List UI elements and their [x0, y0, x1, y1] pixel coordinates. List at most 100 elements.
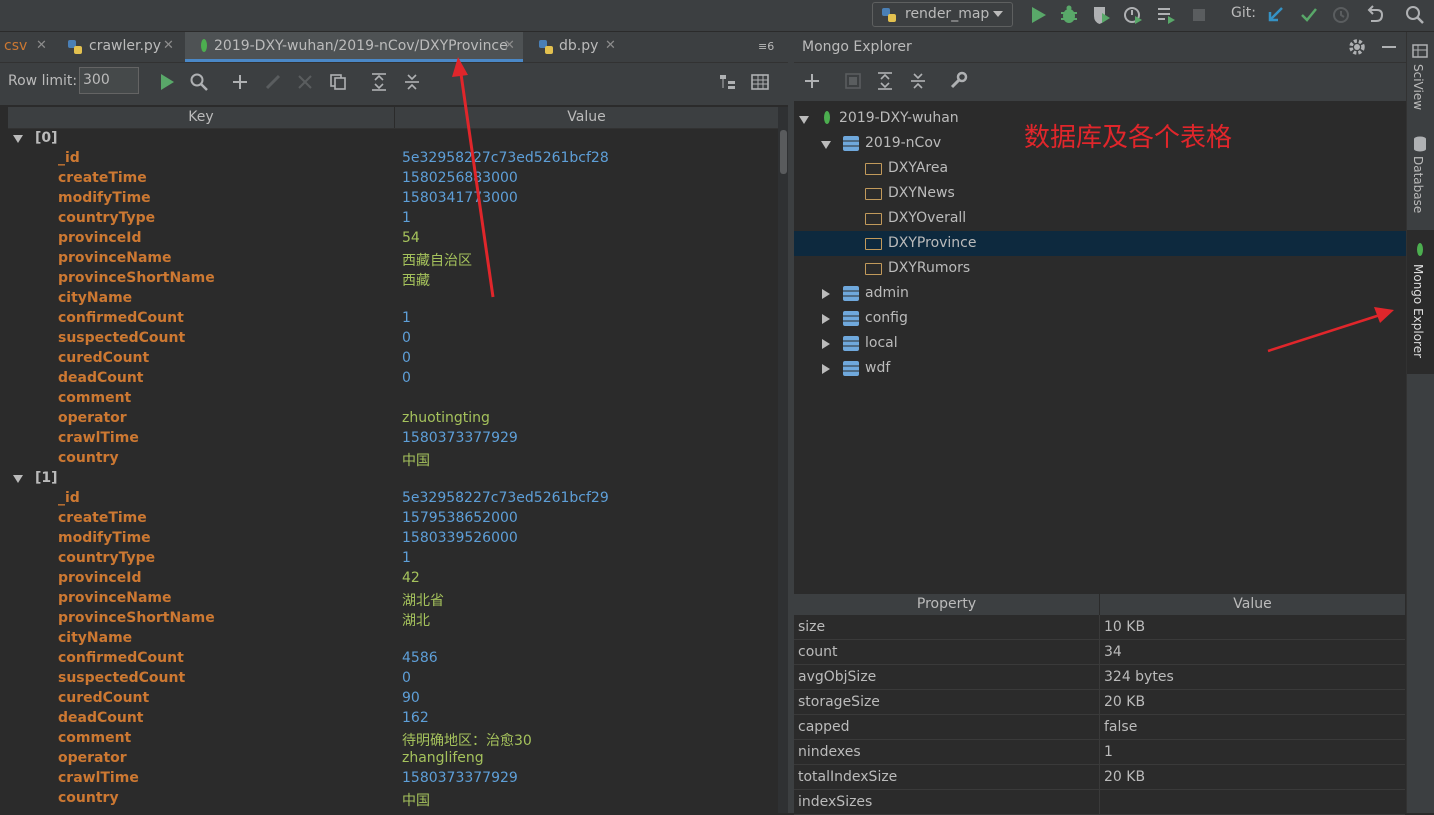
close-icon[interactable]: ✕: [36, 38, 47, 53]
field-row[interactable]: _id 5e32958227c73ed5261bcf28: [0, 150, 778, 170]
run-with-coverage-icon[interactable]: [1090, 4, 1112, 26]
chevron-right-icon[interactable]: [822, 314, 830, 324]
side-tab-mongo-explorer[interactable]: Mongo Explorer: [1411, 264, 1425, 358]
field-row[interactable]: comment: [0, 390, 778, 410]
side-tab-database[interactable]: Database: [1411, 156, 1425, 213]
side-tab-sciview[interactable]: SciView: [1411, 64, 1425, 110]
field-row[interactable]: curedCount 0: [0, 350, 778, 370]
record-row[interactable]: [0]: [0, 130, 778, 150]
add-server-icon[interactable]: [802, 71, 822, 91]
property-row[interactable]: count 34: [794, 640, 1405, 665]
chevron-right-icon[interactable]: [822, 339, 830, 349]
run-concurrency-icon[interactable]: [1155, 4, 1177, 26]
collapse-all-icon[interactable]: [402, 72, 422, 92]
property-row[interactable]: nindexes 1: [794, 740, 1405, 765]
run-icon[interactable]: [1027, 4, 1049, 26]
chevron-down-icon[interactable]: [13, 475, 23, 483]
collapse-all-icon[interactable]: [908, 71, 928, 91]
field-row[interactable]: comment 待明确地区：治愈30: [0, 730, 778, 750]
row-limit-input[interactable]: 300: [79, 67, 139, 94]
copy-icon[interactable]: [328, 72, 348, 92]
field-row[interactable]: countryType 1: [0, 550, 778, 570]
chevron-down-icon[interactable]: [821, 141, 831, 149]
property-row[interactable]: totalIndexSize 20 KB: [794, 765, 1405, 790]
vertical-scrollbar[interactable]: [778, 107, 788, 813]
debug-icon[interactable]: [1058, 4, 1080, 26]
field-row[interactable]: modifyTime 1580339526000: [0, 530, 778, 550]
expand-all-icon[interactable]: [369, 72, 389, 92]
search-icon[interactable]: [1404, 4, 1426, 26]
tab-overflow-menu[interactable]: ≡6: [758, 40, 774, 53]
gear-icon[interactable]: [1347, 37, 1367, 57]
field-row[interactable]: crawlTime 1580373377929: [0, 770, 778, 790]
property-row[interactable]: indexSizes: [794, 790, 1405, 815]
property-row[interactable]: capped false: [794, 715, 1405, 740]
git-update-icon[interactable]: [1265, 4, 1287, 26]
field-row[interactable]: createTime 1579538652000: [0, 510, 778, 530]
field-row[interactable]: _id 5e32958227c73ed5261bcf29: [0, 490, 778, 510]
stop-icon[interactable]: [1188, 4, 1210, 26]
run-query-icon[interactable]: [157, 72, 177, 92]
tree-node-collection[interactable]: DXYOverall: [794, 206, 1406, 231]
run-config-dropdown[interactable]: render_map: [872, 2, 1013, 27]
tree-node-collection-selected[interactable]: DXYProvince: [794, 231, 1406, 256]
minimize-icon[interactable]: [1379, 37, 1399, 57]
chevron-right-icon[interactable]: [822, 364, 830, 374]
field-row[interactable]: cityName: [0, 290, 778, 310]
field-row[interactable]: provinceName 湖北省: [0, 590, 778, 610]
field-row[interactable]: deadCount 162: [0, 710, 778, 730]
field-row[interactable]: suspectedCount 0: [0, 670, 778, 690]
table-view-icon[interactable]: [750, 72, 770, 92]
wrench-icon[interactable]: [948, 71, 968, 91]
record-row[interactable]: [1]: [0, 470, 778, 490]
value-column-header[interactable]: Value: [1100, 594, 1405, 615]
field-row[interactable]: operator zhanglifeng: [0, 750, 778, 770]
field-row[interactable]: modifyTime 1580341773000: [0, 190, 778, 210]
property-row[interactable]: storageSize 20 KB: [794, 690, 1405, 715]
tree-node-collection[interactable]: DXYNews: [794, 181, 1406, 206]
field-row[interactable]: country 中国: [0, 450, 778, 470]
tab-db-py[interactable]: db.py ✕: [528, 32, 623, 62]
tab-crawler-py[interactable]: crawler.py ✕: [56, 32, 183, 62]
field-row[interactable]: provinceName 西藏自治区: [0, 250, 778, 270]
close-icon[interactable]: ✕: [163, 38, 174, 53]
tree-node-database[interactable]: wdf: [794, 356, 1406, 381]
property-row[interactable]: size 10 KB: [794, 615, 1405, 640]
profile-icon[interactable]: [1122, 4, 1144, 26]
rollback-icon[interactable]: [1363, 4, 1385, 26]
tree-node-collection[interactable]: DXYArea: [794, 156, 1406, 181]
git-commit-icon[interactable]: [1298, 4, 1320, 26]
history-icon[interactable]: [1330, 4, 1352, 26]
field-row[interactable]: crawlTime 1580373377929: [0, 430, 778, 450]
chevron-down-icon[interactable]: [13, 135, 23, 143]
field-row[interactable]: createTime 1580256883000: [0, 170, 778, 190]
key-column-header[interactable]: Key: [8, 107, 395, 128]
field-row[interactable]: confirmedCount 4586: [0, 650, 778, 670]
field-row[interactable]: country 中国: [0, 790, 778, 810]
close-icon[interactable]: ✕: [504, 38, 515, 53]
field-row[interactable]: provinceShortName 西藏: [0, 270, 778, 290]
tree-node-collection[interactable]: DXYRumors: [794, 256, 1406, 281]
field-row[interactable]: cityName: [0, 630, 778, 650]
chevron-right-icon[interactable]: [822, 289, 830, 299]
scrollbar-thumb[interactable]: [780, 130, 787, 174]
field-row[interactable]: confirmedCount 1: [0, 310, 778, 330]
find-icon[interactable]: [189, 72, 209, 92]
tab-csv[interactable]: csv ✕: [0, 32, 55, 62]
field-row[interactable]: countryType 1: [0, 210, 778, 230]
tree-view-icon[interactable]: [718, 72, 738, 92]
property-row[interactable]: avgObjSize 324 bytes: [794, 665, 1405, 690]
field-row[interactable]: provinceShortName 湖北: [0, 610, 778, 630]
close-icon[interactable]: ✕: [605, 38, 616, 53]
field-row[interactable]: operator zhuotingting: [0, 410, 778, 430]
field-row[interactable]: curedCount 90: [0, 690, 778, 710]
field-row[interactable]: provinceId 42: [0, 570, 778, 590]
field-row[interactable]: provinceId 54: [0, 230, 778, 250]
chevron-down-icon[interactable]: [799, 116, 809, 124]
property-column-header[interactable]: Property: [794, 594, 1100, 615]
tree-node-database[interactable]: admin: [794, 281, 1406, 306]
field-row[interactable]: suspectedCount 0: [0, 330, 778, 350]
expand-all-icon[interactable]: [875, 71, 895, 91]
add-icon[interactable]: [230, 72, 250, 92]
field-row[interactable]: deadCount 0: [0, 370, 778, 390]
